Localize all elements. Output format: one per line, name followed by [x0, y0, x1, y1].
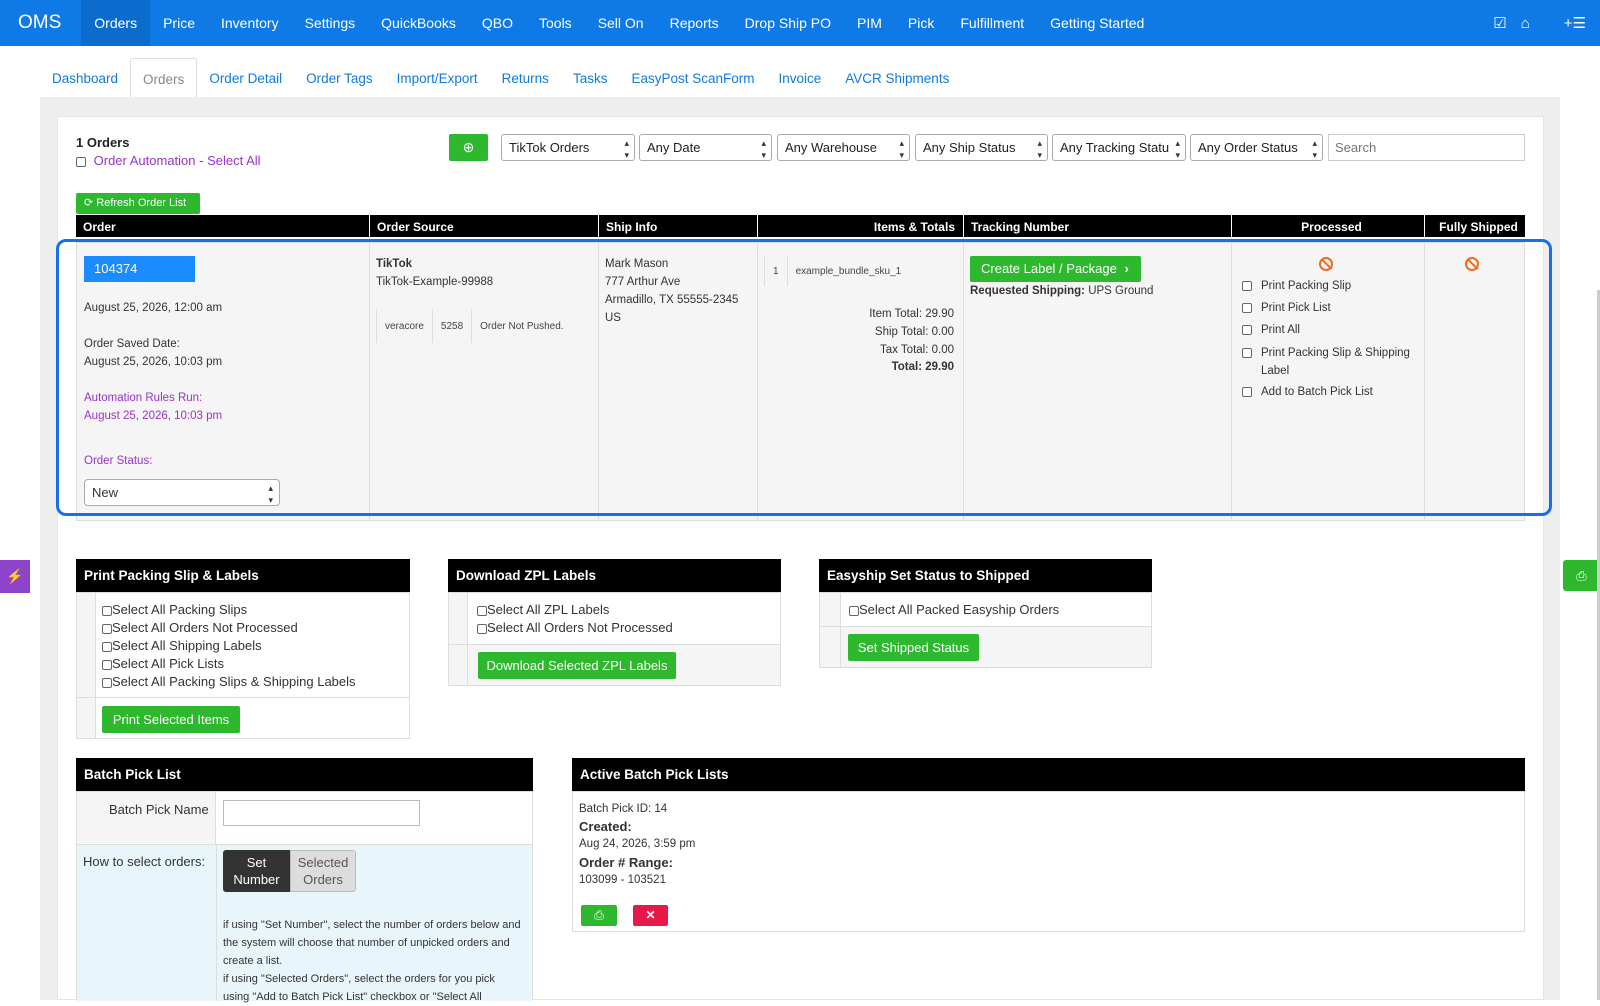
- nav-qbo[interactable]: QBO: [469, 0, 526, 46]
- nav-tools[interactable]: Tools: [526, 0, 585, 46]
- col-tracking-number[interactable]: Tracking Number: [963, 215, 1231, 237]
- tab-order-tags[interactable]: Order Tags: [294, 58, 385, 98]
- lightning-icon: ⚡: [6, 568, 24, 584]
- date-filter-select[interactable]: Any Date ▴ ▾: [639, 134, 772, 161]
- set-number-toggle[interactable]: Set Number: [223, 850, 290, 892]
- add-list-icon[interactable]: +☰: [1564, 14, 1586, 32]
- order-range-label: Order # Range:: [579, 855, 673, 870]
- checklist-icon[interactable]: ☑: [1493, 14, 1506, 32]
- download-zpl-button[interactable]: Download Selected ZPL Labels: [478, 652, 676, 679]
- col-items-totals[interactable]: Items & Totals: [757, 215, 963, 237]
- delete-batch-button[interactable]: ✕: [633, 905, 668, 926]
- tracking-status-filter-select[interactable]: Any Tracking Statu ▴ ▾: [1052, 134, 1186, 161]
- download-circle-icon: ⊕: [462, 139, 475, 155]
- nav-sell-on[interactable]: Sell On: [585, 0, 657, 46]
- created-label: Created:: [579, 819, 632, 834]
- zpl-panel: Select All ZPL Labels Select All Orders …: [448, 592, 781, 686]
- batch-name-label: Batch Pick Name: [109, 802, 209, 817]
- print-selected-button[interactable]: Print Selected Items: [102, 706, 240, 733]
- nav-quickbooks[interactable]: QuickBooks: [368, 0, 469, 46]
- tab-avcr-shipments[interactable]: AVCR Shipments: [833, 58, 961, 98]
- tab-tasks[interactable]: Tasks: [561, 58, 620, 98]
- select-mode-toggle: Set Number Selected Orders: [223, 850, 356, 892]
- search-input[interactable]: [1328, 134, 1525, 161]
- how-to-select-label: How to select orders:: [83, 854, 206, 869]
- batch-name-input[interactable]: [223, 800, 420, 826]
- tab-dashboard[interactable]: Dashboard: [40, 58, 130, 98]
- ship-status-filter-select[interactable]: Any Ship Status ▴ ▾: [915, 134, 1048, 161]
- order-range-value: 103099 - 103521: [579, 874, 666, 886]
- order-count: 1 Orders: [76, 135, 130, 150]
- top-navbar: OMS Orders Price Inventory Settings Quic…: [0, 0, 1600, 46]
- batch-help-text-1: if using "Set Number", select the number…: [223, 919, 521, 967]
- print-opt-not-processed[interactable]: Select All Orders Not Processed: [102, 620, 298, 635]
- warehouse-filter-select[interactable]: Any Warehouse ▴ ▾: [777, 134, 910, 161]
- nav-pick[interactable]: Pick: [895, 0, 947, 46]
- nav-getting-started[interactable]: Getting Started: [1037, 0, 1157, 46]
- nav-orders[interactable]: Orders: [81, 0, 151, 46]
- nav-fulfillment[interactable]: Fulfillment: [947, 0, 1037, 46]
- zpl-opt-all-labels[interactable]: Select All ZPL Labels: [477, 602, 609, 617]
- print-panel: Select All Packing Slips Select All Orde…: [76, 592, 410, 739]
- print-opt-slips-labels[interactable]: Select All Packing Slips & Shipping Labe…: [102, 674, 356, 689]
- selected-orders-toggle[interactable]: Selected Orders: [290, 850, 356, 892]
- tab-invoice[interactable]: Invoice: [767, 58, 834, 98]
- easyship-panel-title: Easyship Set Status to Shipped: [819, 559, 1152, 592]
- col-order-source[interactable]: Order Source: [369, 215, 598, 237]
- set-shipped-status-button[interactable]: Set Shipped Status: [848, 634, 979, 661]
- download-button[interactable]: ⊕: [449, 134, 488, 161]
- orders-table-header: Order Order Source Ship Info Items & Tot…: [76, 215, 1525, 237]
- tab-orders[interactable]: Orders: [130, 58, 198, 98]
- automation-select-all-label[interactable]: Order Automation - Select All: [94, 153, 261, 168]
- print-opt-packing-slips[interactable]: Select All Packing Slips: [102, 602, 247, 617]
- col-ship-info[interactable]: Ship Info: [598, 215, 757, 237]
- printer-icon: ⎙: [1576, 568, 1587, 583]
- home-icon[interactable]: ⌂: [1521, 15, 1530, 32]
- nav-inventory[interactable]: Inventory: [208, 0, 292, 46]
- print-opt-pick-lists[interactable]: Select All Pick Lists: [102, 656, 224, 671]
- tab-order-detail[interactable]: Order Detail: [197, 58, 294, 98]
- nav-price[interactable]: Price: [150, 0, 208, 46]
- order-status-filter-select[interactable]: Any Order Status ▴ ▾: [1190, 134, 1323, 161]
- nav-reports[interactable]: Reports: [657, 0, 732, 46]
- easyship-panel: Select All Packed Easyship Orders Set Sh…: [819, 592, 1152, 668]
- brand-logo[interactable]: OMS: [0, 0, 81, 46]
- refresh-icon: ⟳: [84, 197, 94, 209]
- nav-settings[interactable]: Settings: [292, 0, 369, 46]
- quick-action-tab[interactable]: ⚡: [0, 560, 30, 593]
- tab-returns[interactable]: Returns: [490, 58, 561, 98]
- nav-pim[interactable]: PIM: [844, 0, 895, 46]
- refresh-order-list-button[interactable]: ⟳ Refresh Order List: [76, 193, 200, 214]
- tab-import-export[interactable]: Import/Export: [385, 58, 490, 98]
- printer-icon: ⎙: [594, 908, 604, 922]
- source-filter-select[interactable]: TikTok Orders ▴ ▾: [501, 134, 635, 161]
- automation-select-all[interactable]: Order Automation - Select All: [76, 153, 261, 168]
- close-icon: ✕: [645, 908, 656, 922]
- print-opt-shipping-labels[interactable]: Select All Shipping Labels: [102, 638, 262, 653]
- tab-easypost-scanform[interactable]: EasyPost ScanForm: [619, 58, 766, 98]
- zpl-opt-not-processed[interactable]: Select All Orders Not Processed: [477, 620, 673, 635]
- print-batch-button[interactable]: ⎙: [581, 905, 617, 926]
- automation-checkbox[interactable]: [76, 156, 86, 167]
- batch-panel-title: Batch Pick List: [76, 758, 533, 791]
- col-order[interactable]: Order: [76, 215, 369, 237]
- col-processed[interactable]: Processed: [1231, 215, 1424, 237]
- batch-help-text-2: if using "Selected Orders", select the o…: [223, 973, 495, 1003]
- orders-subtabs: Dashboard Orders Order Detail Order Tags…: [40, 58, 1560, 98]
- active-batch-panel-title: Active Batch Pick Lists: [572, 758, 1525, 791]
- col-fully-shipped[interactable]: Fully Shipped: [1424, 215, 1525, 237]
- print-side-tab[interactable]: ⎙: [1563, 560, 1600, 591]
- easyship-opt-packed[interactable]: Select All Packed Easyship Orders: [849, 602, 1059, 617]
- batch-panel: Batch Pick Name How to select orders: Se…: [76, 791, 533, 1003]
- batch-pick-id: Batch Pick ID: 14: [579, 803, 668, 815]
- active-batch-panel: Batch Pick ID: 14 Created: Aug 24, 2026,…: [572, 791, 1525, 932]
- row-highlight: [56, 239, 1552, 516]
- zpl-panel-title: Download ZPL Labels: [448, 559, 781, 592]
- nav-drop-ship-po[interactable]: Drop Ship PO: [732, 0, 844, 46]
- print-panel-title: Print Packing Slip & Labels: [76, 559, 410, 592]
- created-value: Aug 24, 2026, 3:59 pm: [579, 838, 696, 850]
